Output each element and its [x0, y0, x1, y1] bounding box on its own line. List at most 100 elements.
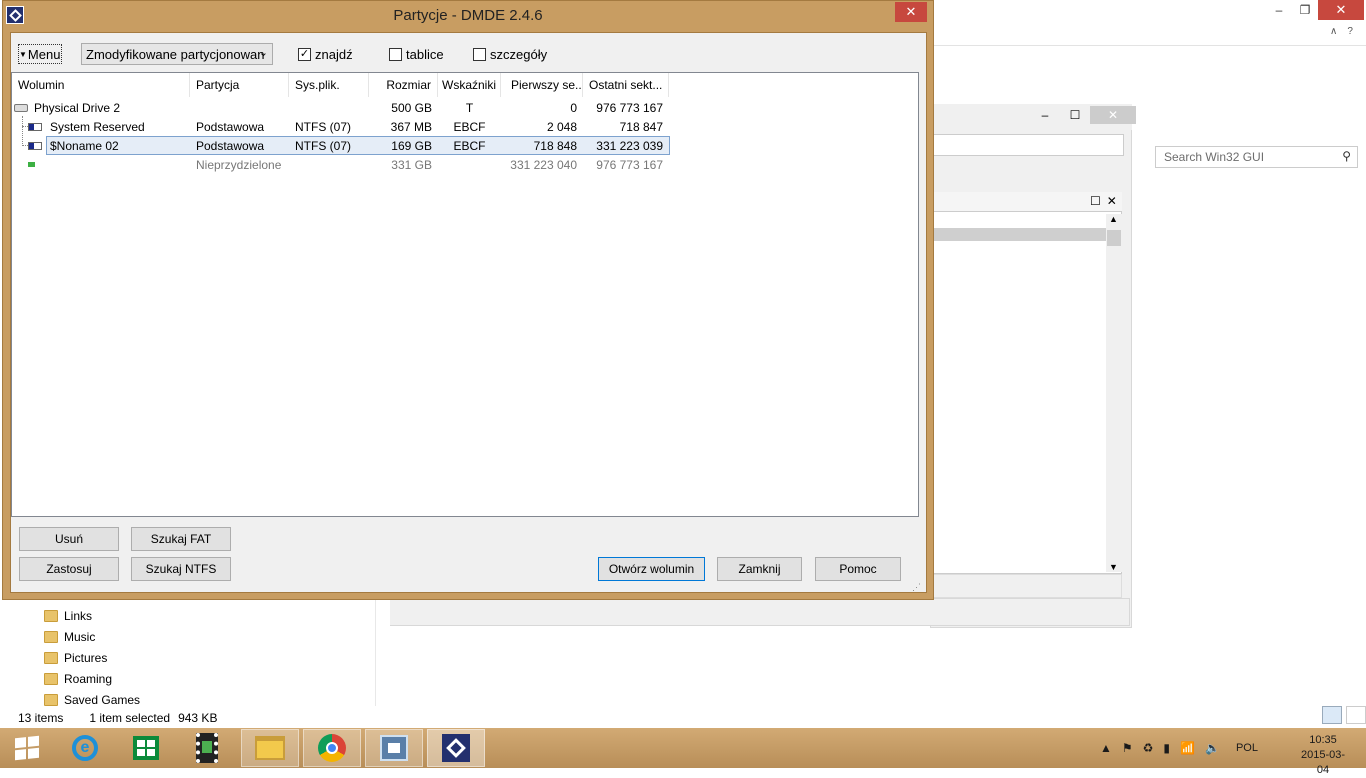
cell-first-sector: 331 223 040 [510, 157, 577, 172]
explorer-window-controls: ‒ ❐ ✕ [1266, 0, 1366, 22]
cell-last-sector: 976 773 167 [596, 157, 663, 172]
clock[interactable]: 10:35 2015-03-04 [1296, 733, 1350, 778]
column-header-partition[interactable]: Partycja [190, 73, 289, 97]
search-ntfs-button[interactable]: Szukaj NTFS [131, 557, 231, 581]
nav-item-roaming[interactable]: Roaming [44, 669, 112, 689]
taskbar-chrome[interactable] [303, 729, 361, 767]
taskbar-store[interactable] [117, 729, 175, 767]
cell-filesystem: NTFS (07) [295, 138, 352, 153]
chevron-down-icon[interactable]: ▼ [1109, 562, 1118, 572]
folder-icon [44, 694, 58, 706]
minimize-icon[interactable]: ‒ [1030, 106, 1060, 124]
checkbox-unchecked-icon[interactable] [389, 47, 402, 61]
nav-item-music[interactable]: Music [44, 627, 95, 647]
navigation-pane: Links Music Pictures Roaming Saved Games [0, 600, 390, 707]
nav-item-label: Pictures [64, 651, 108, 665]
store-icon [133, 736, 159, 760]
partition-mode-select[interactable]: Zmodyfikowane partycjonowan ⌄ [81, 43, 273, 65]
close-icon[interactable]: ✕ [895, 2, 927, 22]
taskbar-dmde[interactable] [427, 729, 485, 767]
action-center-flag-icon[interactable]: ⚑ [1122, 741, 1133, 755]
column-header-volume[interactable]: Wolumin [12, 73, 190, 97]
volume-icon[interactable]: 🔈 [1205, 741, 1220, 755]
navigation-scrollbar[interactable] [375, 600, 389, 706]
search-input[interactable]: Search Win32 GUI ⚲ [1155, 146, 1358, 168]
checkbox-tables[interactable]: tablice [389, 46, 444, 62]
checkbox-unchecked-icon[interactable] [473, 47, 486, 61]
cell-first-sector: 718 848 [533, 138, 577, 153]
resize-grip-icon[interactable]: ⋰ [912, 582, 924, 592]
sync-icon[interactable]: ♻ [1143, 741, 1154, 755]
apply-button[interactable]: Zastosuj [19, 557, 119, 581]
scroll-thumb[interactable] [1107, 230, 1121, 246]
close-button[interactable]: Zamknij [717, 557, 802, 581]
cell-flags: EBCF [453, 138, 486, 153]
show-hidden-icons-icon[interactable]: ▲ [1100, 741, 1112, 755]
cell-last-sector: 976 773 167 [596, 100, 663, 115]
column-header-filesystem[interactable]: Sys.plik. [289, 73, 369, 97]
chevron-up-icon[interactable]: ▲ [1109, 214, 1118, 224]
cell-size: 331 GB [391, 157, 432, 172]
large-icons-view-icon[interactable] [1346, 706, 1366, 724]
table-row-selected[interactable]: $Noname 02 Podstawowa NTFS (07) 169 GB E… [12, 136, 918, 155]
menu-button[interactable]: ▼ Menu [18, 44, 62, 64]
checkbox-find[interactable]: ✓ znajdź [298, 46, 353, 62]
details-view-icon[interactable] [1322, 706, 1342, 724]
nav-item-pictures[interactable]: Pictures [44, 648, 107, 668]
restore-icon[interactable]: ❐ [1292, 0, 1318, 20]
cell-partition: Podstawowa [196, 119, 265, 134]
cell-size: 169 GB [391, 138, 432, 153]
taskbar-file-explorer[interactable] [241, 729, 299, 767]
start-button[interactable] [12, 734, 42, 762]
table-row[interactable]: Nieprzydzielone 331 GB 331 223 040 976 7… [12, 155, 918, 174]
chrome-icon [318, 734, 346, 762]
clock-time: 10:35 [1309, 734, 1337, 746]
maximize-icon[interactable]: ☐ [1060, 106, 1090, 124]
selected-row[interactable] [934, 228, 1106, 241]
column-header-flags[interactable]: Wskaźniki [438, 73, 501, 97]
network-signal-icon[interactable]: 📶 [1180, 741, 1195, 755]
system-tray: ▲ ⚑ ♻ ▮ 📶 🔈 POL [1100, 732, 1258, 764]
close-icon[interactable]: ✕ [1090, 106, 1136, 124]
cell-size: 500 GB [391, 100, 432, 115]
explorer-address-area [930, 22, 1366, 46]
close-icon[interactable]: ✕ [1318, 0, 1364, 20]
maximize-icon[interactable]: ☐ [1090, 194, 1101, 208]
column-header-first-sector[interactable]: Pierwszy se... [501, 73, 583, 97]
view-toggle [1322, 706, 1366, 724]
cell-size: 367 MB [390, 119, 432, 134]
nav-item-saved-games[interactable]: Saved Games [44, 690, 140, 710]
selected-count: 1 item selected [89, 711, 171, 725]
vertical-scrollbar[interactable]: ▲ ▼ [1106, 214, 1122, 572]
column-header-size[interactable]: Rozmiar [369, 73, 438, 97]
address-field[interactable] [932, 134, 1124, 156]
checkbox-checked-icon[interactable]: ✓ [298, 47, 311, 61]
column-header-last-sector[interactable]: Ostatni sekt... [583, 73, 669, 97]
nav-item-links[interactable]: Links [44, 606, 92, 626]
table-row[interactable]: System Reserved Podstawowa NTFS (07) 367… [12, 117, 918, 136]
table-row[interactable]: Physical Drive 2 500 GB T 0 976 773 167 [12, 98, 918, 117]
minimize-icon[interactable]: ‒ [1266, 0, 1292, 20]
folder-icon [44, 652, 58, 664]
close-icon[interactable]: ✕ [1107, 194, 1117, 208]
search-fat-button[interactable]: Szukaj FAT [131, 527, 231, 551]
taskbar-internet-explorer[interactable]: e [56, 729, 114, 767]
menu-dropdown-icon: ▼ [19, 49, 27, 59]
nav-item-label: Music [64, 630, 96, 644]
input-language[interactable]: POL [1236, 742, 1258, 754]
application-icon [380, 735, 408, 761]
taskbar-win32-gui[interactable] [365, 729, 423, 767]
cell-partition: Nieprzydzielone [196, 157, 282, 172]
cell-filesystem: NTFS (07) [295, 119, 352, 134]
delete-button[interactable]: Usuń [19, 527, 119, 551]
nav-item-label: Roaming [64, 672, 113, 686]
open-volume-button[interactable]: Otwórz wolumin [598, 557, 705, 581]
search-icon[interactable]: ⚲ [1342, 149, 1351, 163]
explorer-status-bar: 13 items 1 item selected 943 KB [0, 708, 1366, 728]
help-button[interactable]: Pomoc [815, 557, 901, 581]
checkbox-details[interactable]: szczegóły [473, 46, 547, 62]
battery-icon[interactable]: ▮ [1163, 741, 1170, 755]
folder-icon [255, 736, 285, 760]
taskbar-media-app[interactable] [178, 729, 236, 767]
partition-icon [28, 141, 42, 150]
